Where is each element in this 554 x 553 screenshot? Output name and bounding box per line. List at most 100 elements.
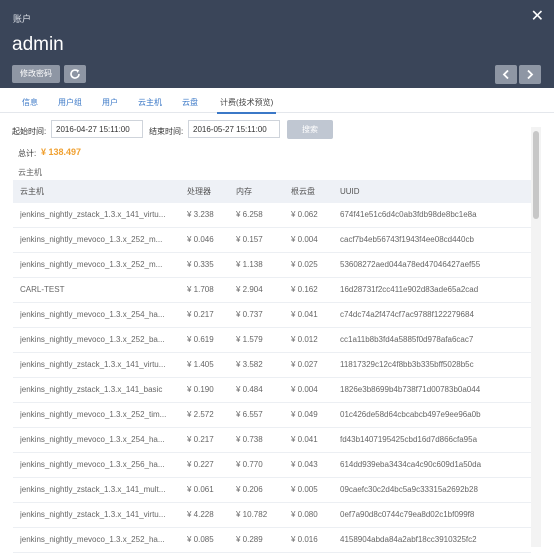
table-cell: ¥ 0.049 <box>291 410 318 419</box>
table-row[interactable]: jenkins_nightly_zstack_1.3.x_141_virtu..… <box>13 203 531 228</box>
table-cell: fd43b1407195425cbd16d7d866cfa95a <box>340 435 478 444</box>
table-cell: CARL-TEST <box>20 285 65 294</box>
table-cell: ¥ 3.238 <box>187 210 214 219</box>
tab-volumes[interactable]: 云盘 <box>182 97 198 108</box>
account-header: 账户 admin ✕ 修改密码 <box>0 0 554 88</box>
table-cell: ¥ 0.085 <box>187 535 214 544</box>
prev-button[interactable] <box>495 65 517 84</box>
tab-vm[interactable]: 云主机 <box>138 97 162 108</box>
table-cell: ¥ 0.080 <box>291 510 318 519</box>
total-value: ¥ 138.497 <box>41 147 82 157</box>
table-cell: jenkins_nightly_mevoco_1.3.x_256_ha... <box>20 460 165 469</box>
column-header[interactable]: 云主机 <box>20 180 180 203</box>
close-icon[interactable]: ✕ <box>531 6 544 26</box>
table-cell: ¥ 0.062 <box>291 210 318 219</box>
start-time-label: 起始时间: <box>12 127 47 136</box>
column-header[interactable]: 处理器 <box>187 180 237 203</box>
table-cell: ¥ 0.619 <box>187 335 214 344</box>
table-cell: ¥ 0.289 <box>236 535 263 544</box>
table-body: jenkins_nightly_zstack_1.3.x_141_virtu..… <box>13 203 531 553</box>
account-title: admin <box>12 34 64 55</box>
header-label: 账户 <box>13 14 32 24</box>
table-cell: ¥ 0.061 <box>187 485 214 494</box>
table-cell: ¥ 0.227 <box>187 460 214 469</box>
table-cell: ¥ 1.708 <box>187 285 214 294</box>
table-row[interactable]: jenkins_nightly_mevoco_1.3.x_252_ba... ¥ … <box>13 328 531 353</box>
table-cell: ¥ 0.004 <box>291 385 318 394</box>
table-row[interactable]: CARL-TEST ¥ 1.708 ¥ 2.904 ¥ 0.162 16d28731f2… <box>13 278 531 303</box>
table-cell: 01c426de58d64cbcabcb497e9ee96a0b <box>340 410 481 419</box>
table-cell: ¥ 1.138 <box>236 260 263 269</box>
table-row[interactable]: jenkins_nightly_mevoco_1.3.x_254_ha... ¥ … <box>13 428 531 453</box>
scrollbar-thumb[interactable] <box>533 131 539 219</box>
table-cell: 09caefc30c2d4bc5a9c33315a2692b28 <box>340 485 478 494</box>
table-row[interactable]: jenkins_nightly_zstack_1.3.x_141_virtu..… <box>13 353 531 378</box>
search-button[interactable]: 搜索 <box>287 120 333 139</box>
table-cell: jenkins_nightly_mevoco_1.3.x_254_ha... <box>20 435 165 444</box>
billing-table: 云主机 处理器 内存 根云盘 UUID jenkins_nightly_zsta… <box>13 180 531 553</box>
table-cell: 16d28731f2cc411e902d83ade65a2cad <box>340 285 479 294</box>
table-cell: ¥ 0.041 <box>291 435 318 444</box>
table-cell: jenkins_nightly_zstack_1.3.x_141_virtu..… <box>20 210 166 219</box>
table-cell: 4158904abda84a2abf18cc3910325fc2 <box>340 535 477 544</box>
table-row[interactable]: jenkins_nightly_mevoco_1.3.x_252_ha... ¥ … <box>13 528 531 553</box>
table-row[interactable]: jenkins_nightly_mevoco_1.3.x_252_m... ¥ 0… <box>13 228 531 253</box>
scrollbar[interactable] <box>531 127 541 547</box>
chevron-right-icon <box>527 70 534 79</box>
table-cell: 1826e3b8699b4b738f71d00783b0a044 <box>340 385 481 394</box>
section-label-vm: 云主机 <box>18 168 42 177</box>
table-cell: ¥ 2.572 <box>187 410 214 419</box>
refresh-button[interactable] <box>64 65 86 83</box>
table-cell: ¥ 0.770 <box>236 460 263 469</box>
table-cell: ¥ 0.043 <box>291 460 318 469</box>
table-cell: ¥ 10.782 <box>236 510 268 519</box>
table-cell: ¥ 0.335 <box>187 260 214 269</box>
total-label: 总计: <box>18 149 37 158</box>
table-cell: jenkins_nightly_mevoco_1.3.x_252_tim... <box>20 410 167 419</box>
refresh-icon <box>70 69 80 79</box>
tab-info[interactable]: 信息 <box>22 97 38 108</box>
edit-password-button[interactable]: 修改密码 <box>12 65 60 83</box>
table-cell: ¥ 0.016 <box>291 535 318 544</box>
table-cell: 53608272aed044a78ed47046427aef55 <box>340 260 481 269</box>
table-cell: ¥ 0.025 <box>291 260 318 269</box>
table-cell: ¥ 0.157 <box>236 235 263 244</box>
table-cell: 0ef7a90d8c0744c79ea8d02c1bf099f8 <box>340 510 475 519</box>
table-row[interactable]: jenkins_nightly_zstack_1.3.x_141_mult...… <box>13 478 531 503</box>
tab-billing[interactable]: 计费(技术预览) <box>217 97 277 114</box>
column-header[interactable]: 根云盘 <box>291 180 341 203</box>
table-row[interactable]: jenkins_nightly_mevoco_1.3.x_254_ha... ¥ … <box>13 303 531 328</box>
start-time-input[interactable]: 2016-04-27 15:11:00 <box>51 120 143 138</box>
table-cell: 674f41e51c6d4c0ab3fdb98de8bc1e8a <box>340 210 477 219</box>
table-row[interactable]: jenkins_nightly_zstack_1.3.x_141_basic ¥ … <box>13 378 531 403</box>
table-cell: jenkins_nightly_zstack_1.3.x_141_mult... <box>20 485 166 494</box>
column-header[interactable]: 内存 <box>236 180 288 203</box>
end-time-input[interactable]: 2016-05-27 15:11:00 <box>188 120 280 138</box>
table-cell: jenkins_nightly_mevoco_1.3.x_252_m... <box>20 260 163 269</box>
table-cell: ¥ 0.190 <box>187 385 214 394</box>
table-cell: jenkins_nightly_mevoco_1.3.x_252_m... <box>20 235 163 244</box>
tab-user-groups[interactable]: 用户组 <box>58 97 82 108</box>
table-cell: ¥ 0.041 <box>291 310 318 319</box>
table-cell: ¥ 6.258 <box>236 210 263 219</box>
table-row[interactable]: jenkins_nightly_mevoco_1.3.x_252_tim... ¥… <box>13 403 531 428</box>
tab-users[interactable]: 用户 <box>102 97 118 108</box>
table-cell: ¥ 4.228 <box>187 510 214 519</box>
table-cell: ¥ 0.206 <box>236 485 263 494</box>
column-header[interactable]: UUID <box>340 180 530 203</box>
table-cell: jenkins_nightly_zstack_1.3.x_141_basic <box>20 385 163 394</box>
table-cell: ¥ 0.046 <box>187 235 214 244</box>
table-row[interactable]: jenkins_nightly_mevoco_1.3.x_256_ha... ¥ … <box>13 453 531 478</box>
table-cell: ¥ 2.904 <box>236 285 263 294</box>
chevron-left-icon <box>502 70 509 79</box>
table-row[interactable]: jenkins_nightly_zstack_1.3.x_141_virtu..… <box>13 503 531 528</box>
table-cell: ¥ 0.162 <box>291 285 318 294</box>
table-cell: ¥ 1.405 <box>187 360 214 369</box>
table-row[interactable]: jenkins_nightly_mevoco_1.3.x_252_m... ¥ 0… <box>13 253 531 278</box>
table-cell: ¥ 3.582 <box>236 360 263 369</box>
end-time-label: 结束时间: <box>149 127 184 136</box>
table-cell: jenkins_nightly_mevoco_1.3.x_254_ha... <box>20 310 165 319</box>
next-button[interactable] <box>519 65 541 84</box>
table-cell: 11817329c12c4f8bb3b335bff5028b5c <box>340 360 474 369</box>
table-cell: ¥ 6.557 <box>236 410 263 419</box>
